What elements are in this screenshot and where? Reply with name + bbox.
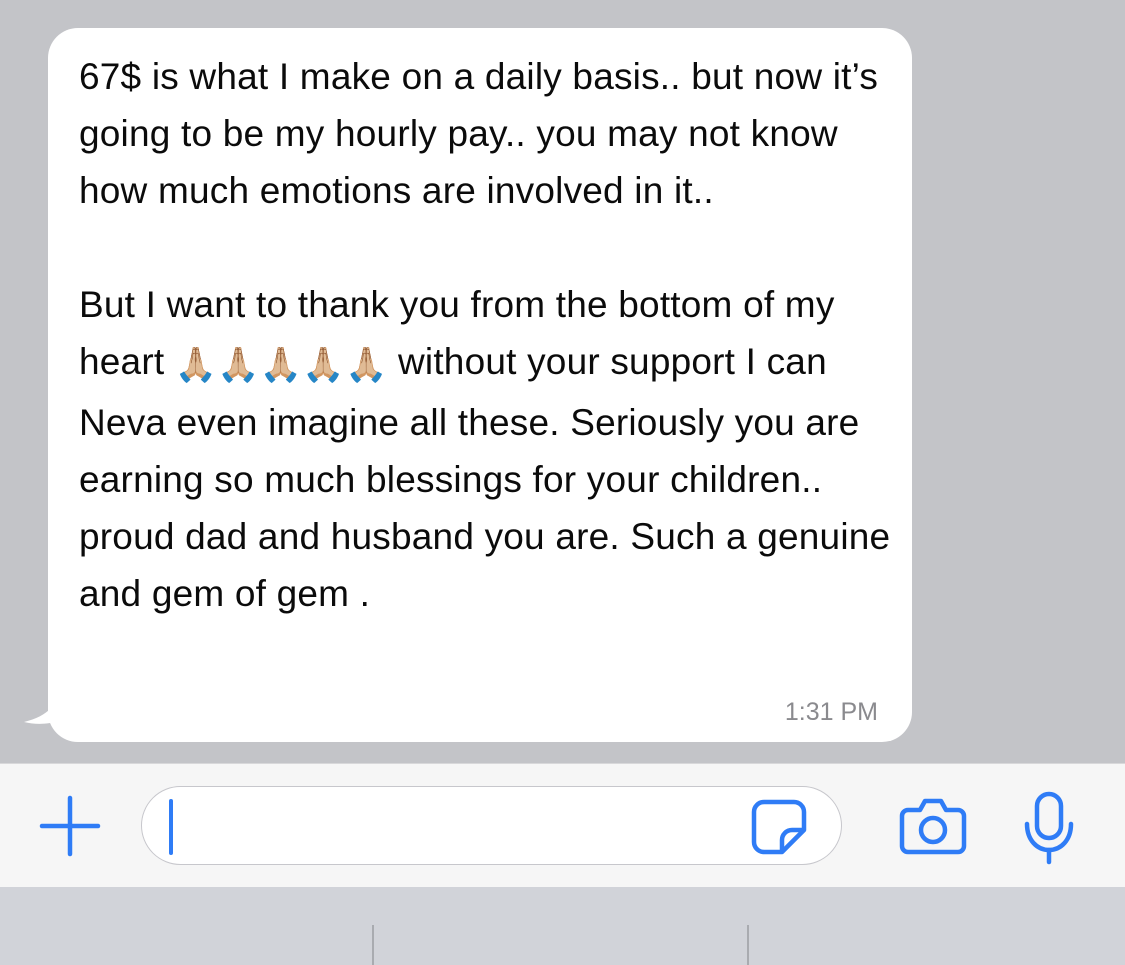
- keyboard-divider: [747, 925, 749, 965]
- plus-icon[interactable]: [38, 794, 102, 858]
- message-input[interactable]: [141, 786, 842, 865]
- microphone-icon[interactable]: [1020, 790, 1078, 866]
- incoming-message-bubble[interactable]: 67$ is what I make on a daily basis.. bu…: [48, 28, 912, 742]
- message-composer: [0, 763, 1125, 887]
- folded-hands-emoji: 🙏🏼🙏🏼🙏🏼🙏🏼🙏🏼: [174, 346, 388, 384]
- camera-icon[interactable]: [898, 794, 968, 858]
- chat-area: 67$ is what I make on a daily basis.. bu…: [0, 0, 1125, 763]
- message-timestamp: 1:31 PM: [784, 698, 878, 726]
- keyboard-divider: [372, 925, 374, 965]
- text-caret: [169, 799, 173, 855]
- message-paragraph-2: But I want to thank you from the bottom …: [79, 276, 899, 622]
- keyboard-area: [0, 887, 1125, 965]
- sticker-icon[interactable]: [750, 798, 808, 856]
- message-text: 67$ is what I make on a daily basis.. bu…: [79, 48, 899, 622]
- message-paragraph-1: 67$ is what I make on a daily basis.. bu…: [79, 56, 879, 211]
